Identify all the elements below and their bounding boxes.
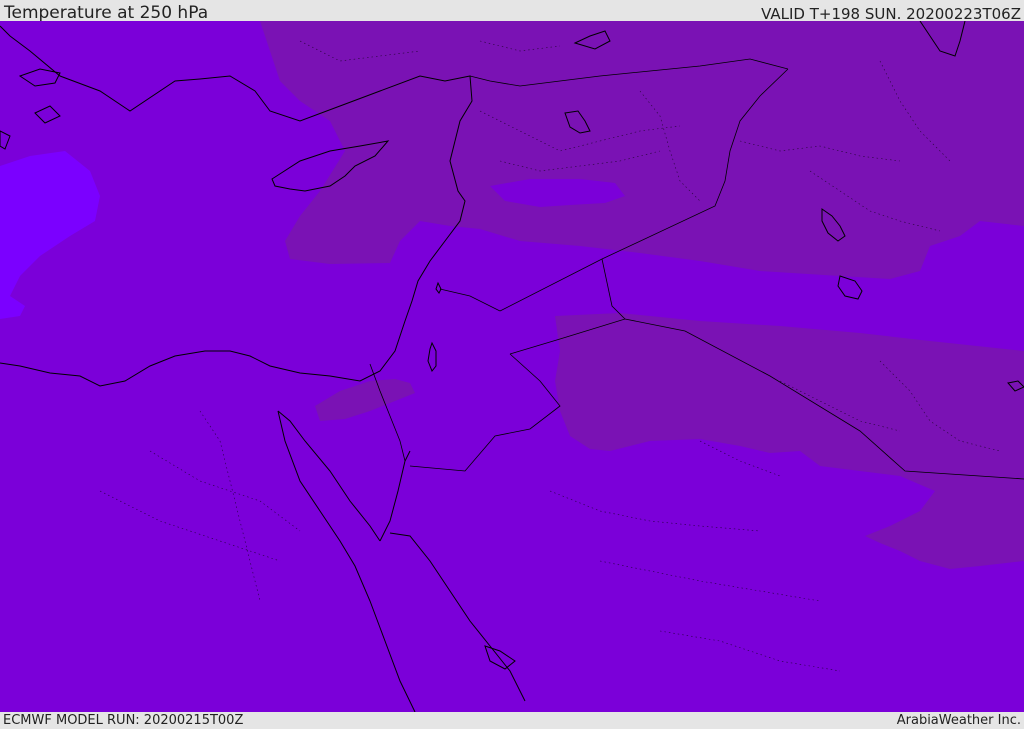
model-run-label: ECMWF MODEL RUN: 20200215T00Z: [3, 713, 244, 728]
map-viewer: Temperature at 250 hPa VALID T+198 SUN. …: [0, 0, 1024, 729]
map-title: Temperature at 250 hPa: [4, 3, 209, 23]
forecast-map[interactable]: [0, 21, 1024, 712]
header-bar: Temperature at 250 hPa VALID T+198 SUN. …: [0, 0, 1024, 23]
map-canvas: [0, 21, 1024, 712]
credit-label: ArabiaWeather Inc.: [896, 713, 1021, 728]
footer-bar: ECMWF MODEL RUN: 20200215T00Z ArabiaWeat…: [0, 712, 1024, 729]
